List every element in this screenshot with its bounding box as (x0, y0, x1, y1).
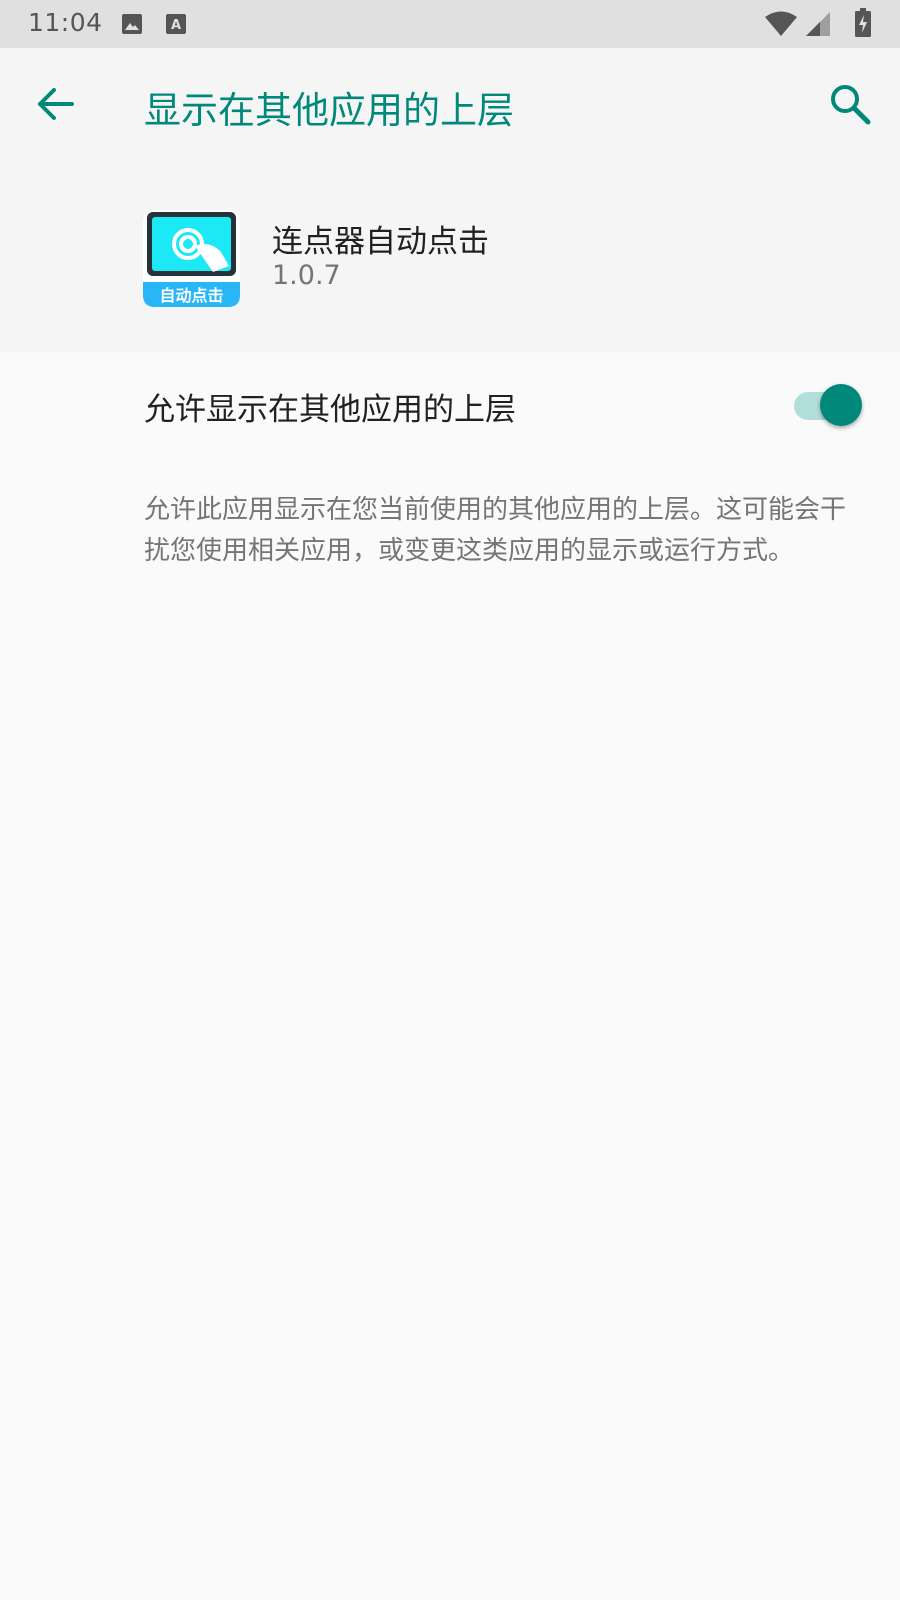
allow-overlay-setting-row[interactable]: 允许显示在其他应用的上层 (0, 352, 900, 460)
app-bar: 显示在其他应用的上层 (0, 48, 900, 158)
status-time: 11:04 (28, 8, 103, 37)
app-header: 自动点击 连点器自动点击 1.0.7 (0, 158, 900, 352)
battery-icon (854, 8, 872, 42)
app-name: 连点器自动点击 (272, 224, 489, 260)
svg-text:A: A (171, 18, 181, 33)
app-icon-badge-text: 自动点击 (159, 286, 223, 305)
wifi-icon (764, 10, 798, 42)
text-a-icon: A (164, 12, 188, 40)
app-icon: 自动点击 (143, 210, 240, 307)
back-button[interactable] (30, 78, 82, 130)
app-version: 1.0.7 (272, 260, 341, 291)
page-title: 显示在其他应用的上层 (144, 89, 514, 132)
signal-icon (804, 10, 832, 42)
search-button[interactable] (824, 78, 876, 130)
arrow-back-icon (38, 88, 74, 120)
switch-thumb (820, 384, 862, 426)
search-icon (831, 85, 871, 125)
permission-description: 允许此应用显示在您当前使用的其他应用的上层。这可能会干扰您使用相关应用，或变更这… (144, 495, 847, 566)
status-bar: 11:04 A (0, 0, 900, 48)
image-icon (120, 12, 144, 40)
allow-overlay-label: 允许显示在其他应用的上层 (144, 392, 516, 428)
